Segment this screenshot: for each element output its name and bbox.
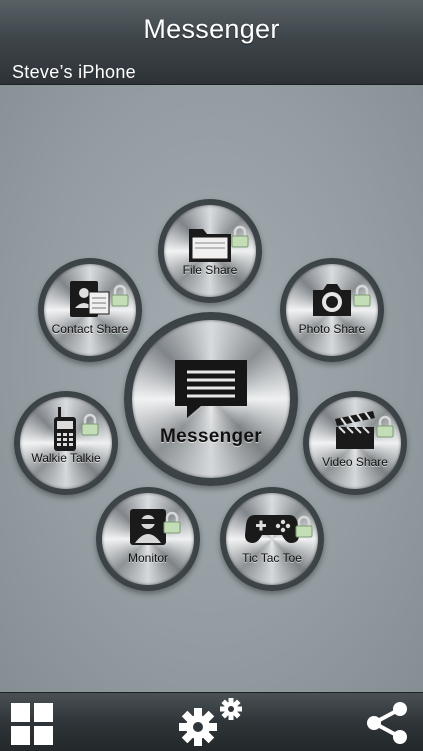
- settings-gears-icon[interactable]: [176, 697, 248, 749]
- clapperboard-icon: [335, 411, 375, 449]
- contact-share-button[interactable]: Contact Share: [38, 258, 142, 362]
- walkie-talkie-label: Walkie Talkie: [31, 451, 101, 465]
- walkie-talkie-button[interactable]: Walkie Talkie: [14, 391, 118, 495]
- file-share-label: File Share: [182, 263, 238, 277]
- folder-icon: [189, 229, 231, 262]
- device-name: Steve’s iPhone: [12, 62, 136, 82]
- messenger-label: Messenger: [160, 426, 262, 447]
- lock-icon: [111, 284, 129, 307]
- photo-share-button[interactable]: Photo Share: [280, 258, 384, 362]
- lock-icon: [295, 515, 313, 538]
- camera-icon: [313, 284, 351, 316]
- video-share-label: Video Share: [322, 455, 388, 469]
- monitor-button[interactable]: Monitor: [96, 487, 200, 591]
- gamepad-icon: [245, 515, 299, 543]
- tic-tac-toe-label: Tic Tac Toe: [242, 551, 302, 565]
- lock-icon: [376, 415, 394, 438]
- lock-icon: [81, 413, 99, 436]
- chat-bubble-icon: [175, 360, 247, 418]
- messenger-button[interactable]: Messenger: [124, 312, 298, 486]
- tic-tac-toe-button[interactable]: Tic Tac Toe: [220, 487, 324, 591]
- app-title: Messenger: [143, 14, 280, 44]
- navigation-bar: Messenger Steve’s iPhone: [0, 0, 423, 85]
- lock-icon: [163, 511, 181, 534]
- lock-icon: [231, 225, 249, 248]
- contact-card-icon: [70, 281, 110, 317]
- bottom-toolbar: [0, 692, 423, 751]
- file-share-button[interactable]: File Share: [158, 199, 262, 303]
- lock-icon: [353, 284, 371, 307]
- share-icon[interactable]: [364, 701, 410, 745]
- photo-share-label: Photo Share: [298, 322, 366, 336]
- hub-area: File Share Contact Share Photo Share Mes…: [0, 85, 423, 692]
- contact-share-label: Contact Share: [51, 322, 129, 336]
- video-share-button[interactable]: Video Share: [303, 391, 407, 495]
- monitor-label: Monitor: [127, 551, 168, 565]
- grid-icon[interactable]: [11, 703, 53, 745]
